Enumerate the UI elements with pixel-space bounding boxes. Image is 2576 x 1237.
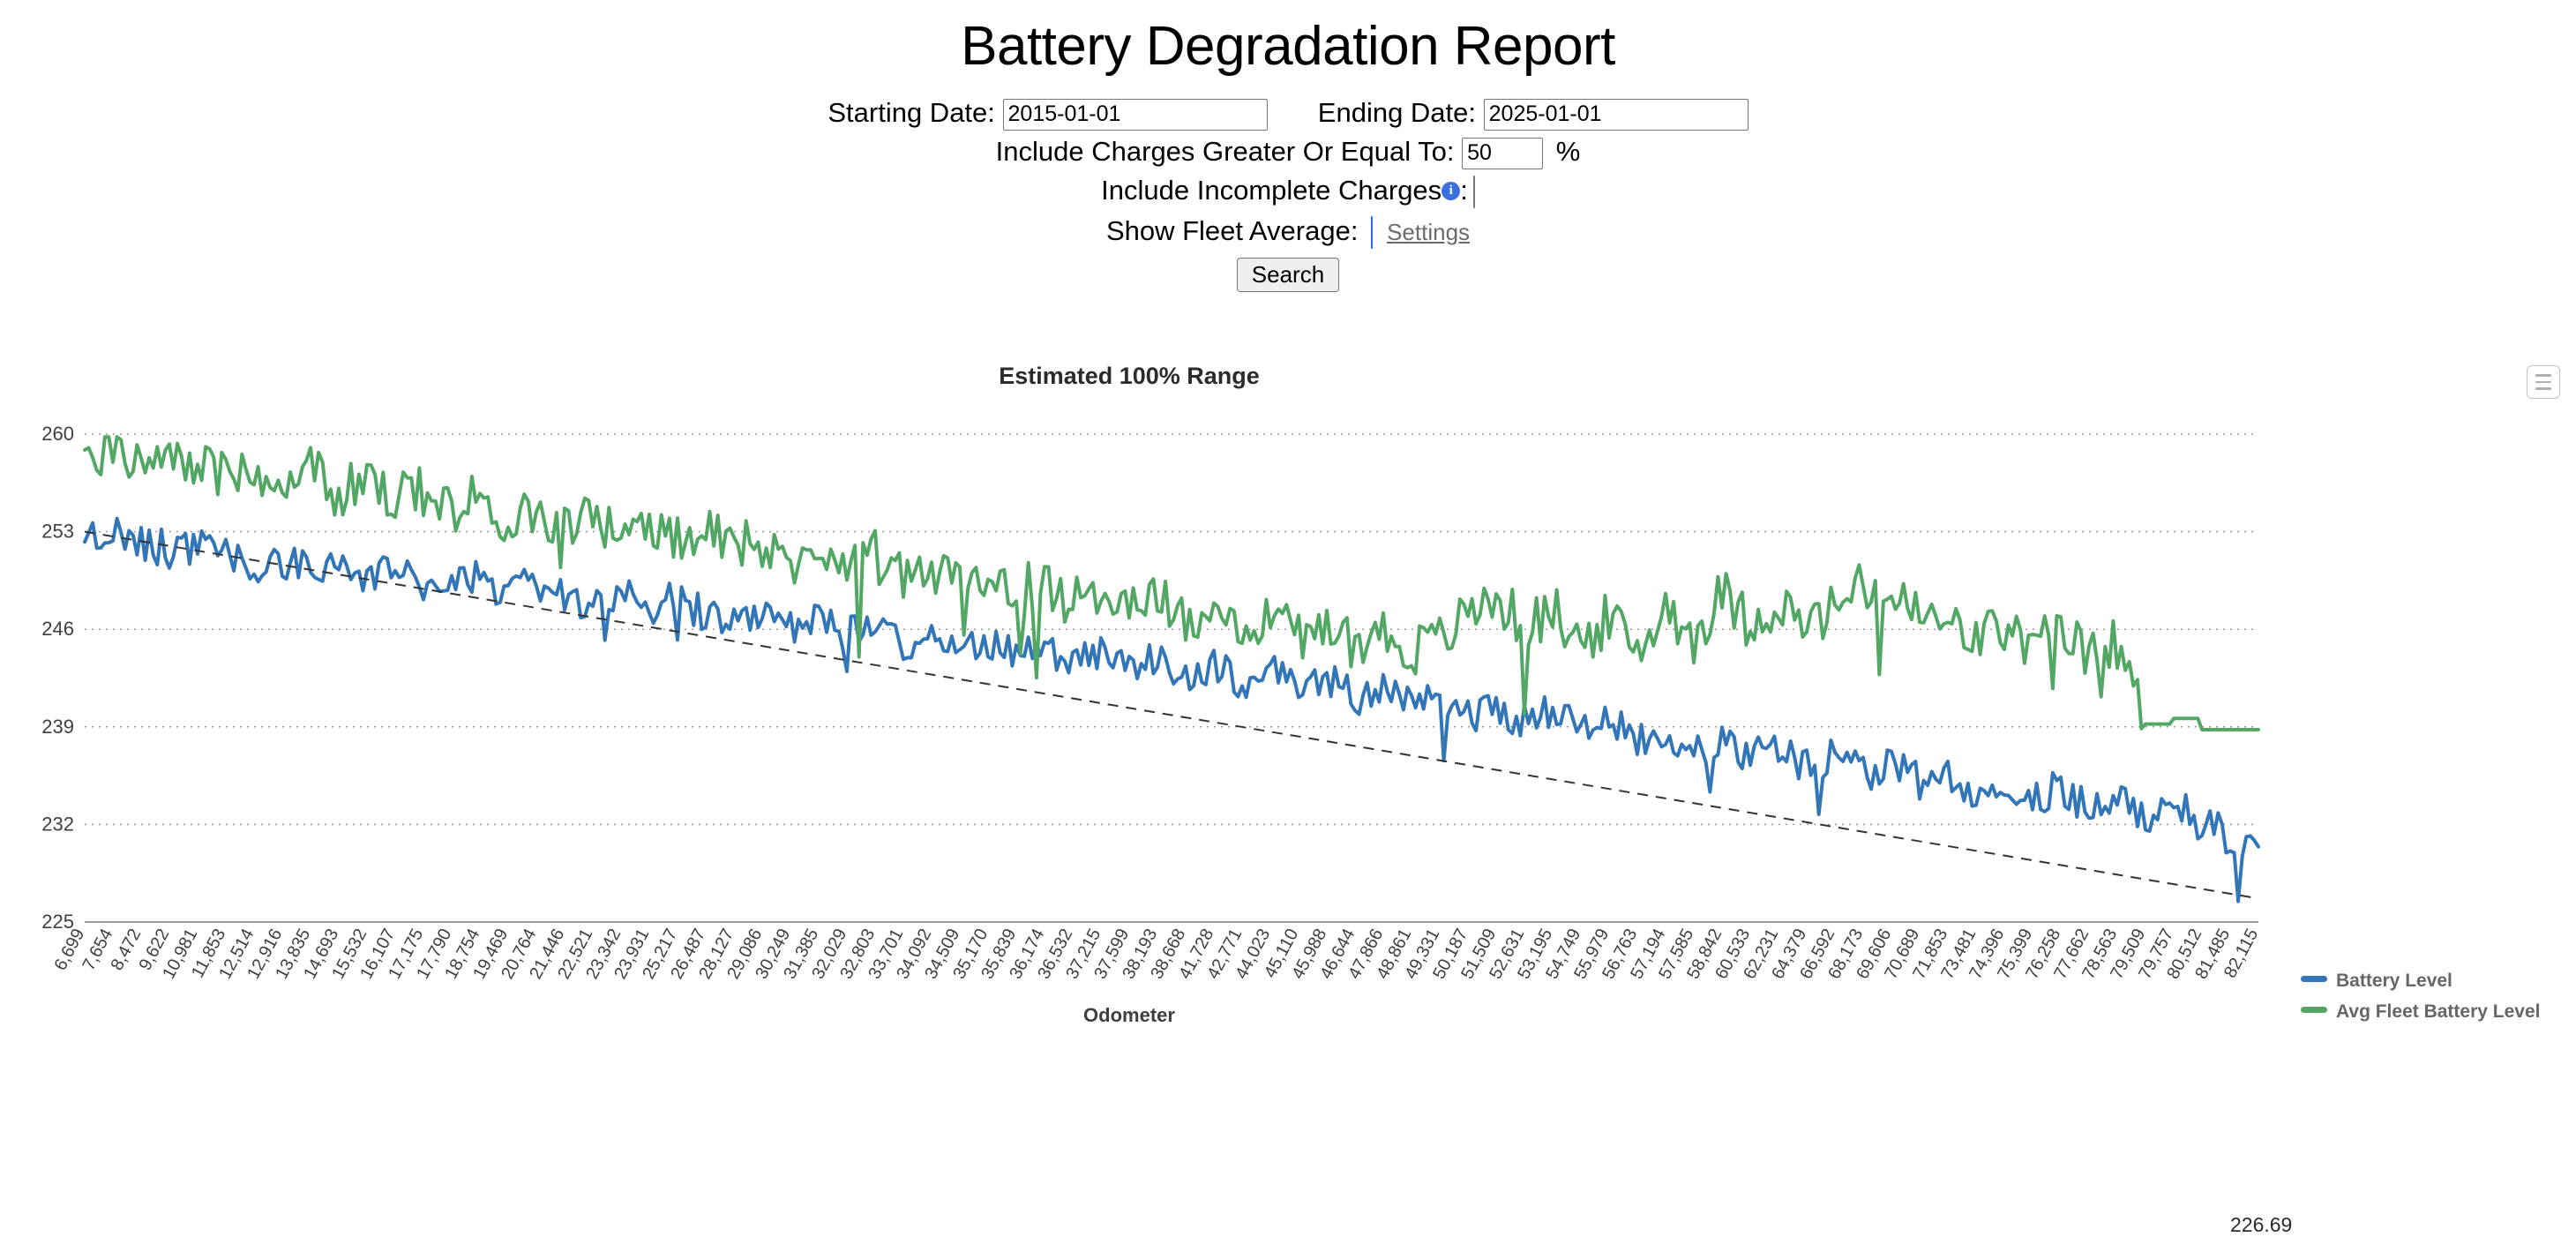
percent-sign-label: % — [1555, 136, 1581, 168]
date-range-row: Starting Date: Ending Date: — [0, 94, 2576, 132]
series-line-avg-fleet-battery-level — [83, 435, 2260, 731]
trendline-end-label: 226.69 — [2230, 1213, 2293, 1236]
svg-text:260: 260 — [41, 423, 74, 445]
legend-swatch-avg-fleet-battery-level — [2301, 1006, 2327, 1013]
search-button[interactable]: Search — [1236, 257, 1340, 292]
ending-date-label: Ending Date: — [1317, 97, 1477, 128]
legend-item-avg-fleet-battery-level[interactable]: Avg Fleet Battery Level — [2301, 997, 2540, 1028]
svg-text:246: 246 — [41, 618, 74, 640]
starting-date-label: Starting Date: — [827, 97, 995, 128]
show-fleet-average-checkbox[interactable] — [1371, 215, 1374, 249]
chart-series — [83, 435, 2260, 903]
chart-x-tick-labels: 6,6997,6548,4729,62210,98111,85312,51412… — [50, 926, 2262, 982]
legend-swatch-battery-level — [2301, 976, 2327, 982]
include-incomplete-label: Include Incomplete Charges — [1101, 175, 1442, 206]
legend-label-battery-level: Battery Level — [2336, 971, 2452, 991]
search-form: Starting Date: Ending Date: Include Char… — [0, 94, 2576, 293]
include-incomplete-checkbox[interactable] — [1472, 175, 1475, 208]
svg-text:232: 232 — [41, 813, 74, 835]
legend-label-avg-fleet-battery-level: Avg Fleet Battery Level — [2336, 1001, 2541, 1022]
ending-date-input[interactable] — [1483, 98, 1749, 131]
search-row: Search — [0, 252, 2576, 293]
chart-plot: 225232239246253260 6,6997,6548,4729,6221… — [41, 423, 2262, 982]
include-incomplete-row: Include Incomplete Charges i: — [0, 171, 2576, 212]
chart-container: Estimated 100% Range 225 232 239 246 253 260 … — [0, 346, 2576, 1236]
settings-link[interactable]: Settings — [1387, 219, 1470, 245]
legend-item-battery-level[interactable]: Battery Level — [2301, 966, 2540, 997]
info-icon[interactable]: i — [1442, 182, 1461, 201]
min-charge-label: Include Charges Greater Or Equal To: — [995, 136, 1455, 168]
starting-date-input[interactable] — [1002, 98, 1268, 131]
fleet-average-row: Show Fleet Average: Settings — [0, 212, 2576, 252]
chart-trendline — [84, 530, 2259, 900]
include-incomplete-colon: : — [1460, 175, 1468, 206]
page-title: Battery Degradation Report — [961, 16, 1615, 77]
chart-gridlines — [85, 433, 2258, 826]
min-charge-row: Include Charges Greater Or Equal To: % — [0, 132, 2576, 171]
min-charge-input[interactable] — [1462, 137, 1544, 169]
show-fleet-average-label: Show Fleet Average: — [1105, 214, 1359, 246]
svg-text:253: 253 — [41, 521, 74, 543]
svg-text:239: 239 — [41, 716, 74, 738]
chart-x-axis-title: Odometer — [1083, 1004, 1175, 1026]
chart-y-tick-labels: 225232239246253260 — [41, 423, 74, 933]
